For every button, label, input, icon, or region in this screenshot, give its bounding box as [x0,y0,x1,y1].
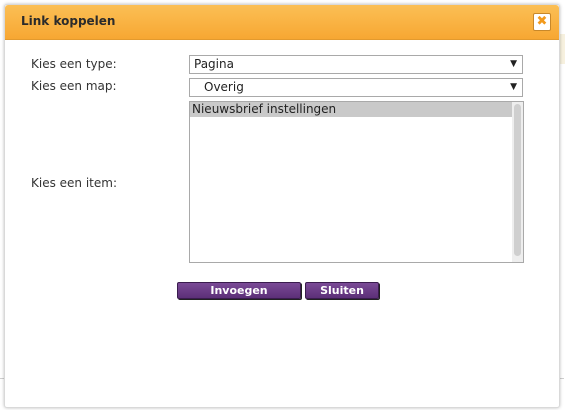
close-button[interactable]: ✖ [533,13,551,31]
dropdown-arrow-icon: ▼ [510,59,517,69]
type-label: Kies een type: [31,57,117,71]
listbox-scrollbar[interactable] [512,102,523,262]
close-dialog-button[interactable]: Sluiten [305,282,379,299]
link-dialog: Link koppelen ✖ Kies een type: Pagina ▼ … [4,4,560,408]
dialog-titlebar: Link koppelen ✖ [5,5,559,40]
item-listbox[interactable]: Nieuwsbrief instellingen [189,101,524,263]
dropdown-arrow-icon: ▼ [510,82,517,92]
dialog-title: Link koppelen [21,14,116,28]
map-select[interactable]: Overig ▼ [189,78,523,97]
item-label: Kies een item: [31,176,117,190]
list-item[interactable]: Nieuwsbrief instellingen [190,102,512,117]
close-icon: ✖ [536,14,548,29]
insert-button[interactable]: Invoegen [177,282,301,299]
type-select[interactable]: Pagina ▼ [189,55,523,74]
map-select-value: Overig [204,80,244,94]
map-label: Kies een map: [31,79,117,93]
type-select-value: Pagina [194,57,234,71]
scrollbar-thumb[interactable] [514,104,521,256]
